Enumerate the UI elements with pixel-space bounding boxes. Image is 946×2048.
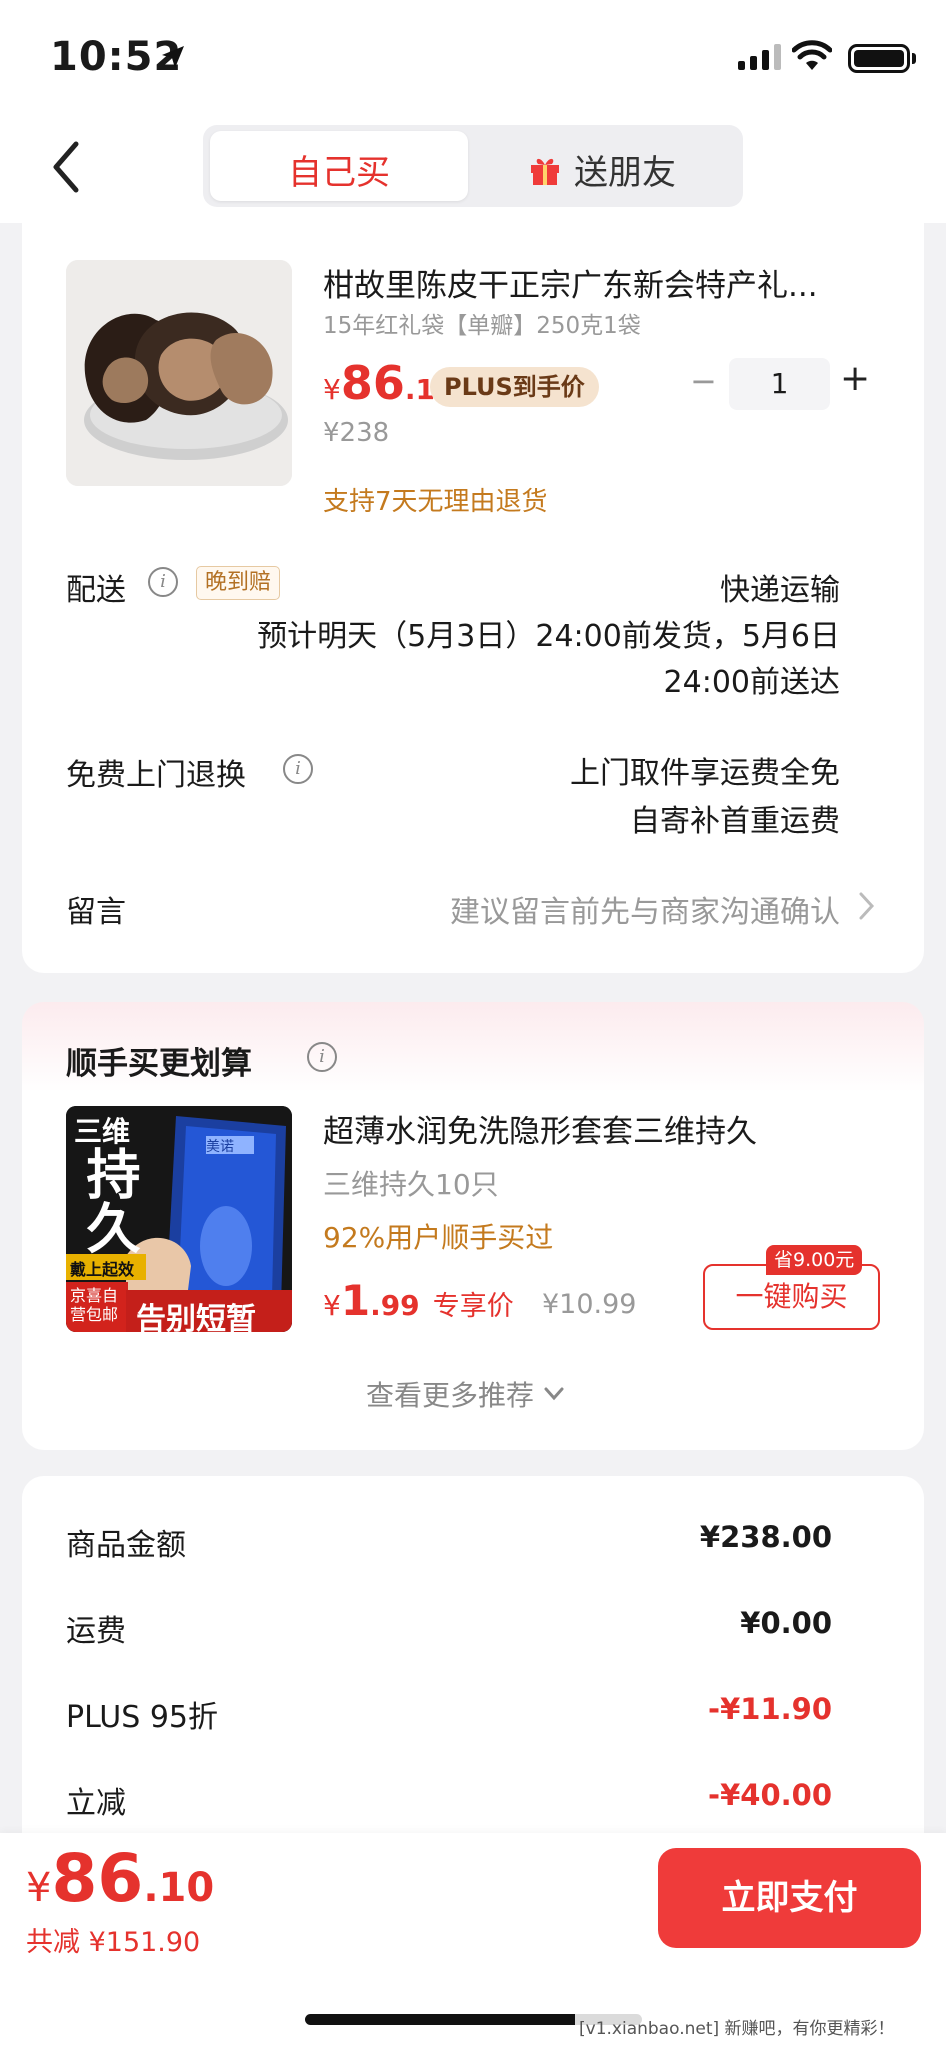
summary-row-label: 立减 [66, 1786, 126, 1821]
dried-peel-illustration [66, 260, 292, 486]
exclusive-price-label: 专享价 [432, 1291, 514, 1322]
product-title[interactable]: 柑故里陈皮干正宗广东新会特产礼... [323, 260, 818, 305]
img-text-bottom: 告别短暂 [136, 1302, 256, 1332]
summary-row-label: PLUS 95折 [66, 1700, 219, 1735]
wifi-icon [792, 40, 832, 70]
recommend-spec: 三维持久10只 [323, 1168, 499, 1201]
recommend-stat: 92%用户顺手买过 [323, 1221, 554, 1254]
reco-price-integer: 1 [340, 1276, 371, 1325]
img-text-left: 京喜自营包邮 [70, 1286, 119, 1324]
gift-icon [531, 158, 559, 185]
summary-row-value: -¥11.90 [708, 1692, 832, 1726]
recommend-info-icon[interactable]: i [307, 1042, 337, 1072]
battery-tip [912, 53, 916, 64]
pay-now-button[interactable]: 立即支付 [658, 1848, 921, 1948]
recommend-title[interactable]: 超薄水润免洗隐形套套三维持久 [323, 1106, 757, 1151]
summary-row-label: 商品金额 [66, 1528, 186, 1563]
summary-row-value: -¥40.00 [708, 1778, 832, 1812]
img-text-top: 三维 [74, 1115, 131, 1148]
img-text-brand: 美诺 [206, 1139, 234, 1155]
summary-row-label: 运费 [66, 1614, 126, 1649]
cellular-signal-icon [738, 44, 781, 70]
watermark: [v1.xianbao.net] 新赚吧，有你更精彩！ [575, 2013, 899, 2040]
product-price: ¥86.1 [323, 356, 435, 410]
quantity-input[interactable]: 1 [729, 358, 830, 410]
delivery-method: 快递运输 [720, 573, 840, 608]
battery-icon [848, 44, 910, 73]
delivery-estimate-line1: 预计明天（5月3日）24:00前发货，5月6日 [257, 619, 840, 654]
reco-price-symbol: ¥ [323, 1289, 341, 1322]
recommend-section-title: 顺手买更划算 [66, 1046, 252, 1082]
status-bar: 10:52 [0, 0, 946, 115]
img-text-big: 持久 [77, 1146, 140, 1254]
save-badge: 省9.00元 [766, 1245, 863, 1275]
recommend-product-image[interactable]: 三维 持久 美诺 戴上起效 京喜自营包邮 告别短暂 [66, 1106, 292, 1332]
delivery-estimate-line2: 24:00前送达 [663, 665, 840, 700]
message-label: 留言 [66, 895, 126, 930]
tab-self-buy[interactable]: 自己买 [210, 145, 468, 194]
total-price-decimal: .10 [143, 1865, 215, 1911]
price-symbol: ¥ [323, 373, 341, 406]
product-image[interactable] [66, 260, 292, 486]
see-more-recommend[interactable]: 查看更多推荐 [366, 1374, 564, 1414]
delivery-info-icon[interactable]: i [148, 567, 178, 597]
delivery-label: 配送 [66, 573, 126, 608]
summary-row-value: ¥0.00 [740, 1606, 832, 1640]
free-return-label: 免费上门退换 [66, 758, 246, 793]
free-return-line2: 自寄补首重运费 [630, 804, 840, 839]
qty-minus-button[interactable]: − [690, 362, 717, 400]
total-price-symbol: ¥ [26, 1865, 52, 1911]
img-text-badge: 戴上起效 [70, 1260, 135, 1279]
product-spec[interactable]: 15年红礼袋【单瓣】250克1袋 [323, 306, 641, 340]
back-arrow-icon[interactable] [48, 140, 82, 194]
plus-price-tag: PLUS到手价 [430, 367, 599, 407]
qty-plus-button[interactable]: + [840, 358, 870, 399]
price-integer: 86 [340, 356, 405, 410]
free-return-info-icon[interactable]: i [283, 754, 313, 784]
late-compensation-tag: 晚到赔 [196, 566, 281, 600]
original-price: ¥238 [323, 418, 390, 448]
recommend-price: ¥1.99 专享价 [323, 1276, 514, 1325]
free-return-line1: 上门取件享运费全免 [570, 756, 840, 791]
reco-price-decimal: .99 [370, 1289, 420, 1322]
chevron-right-icon[interactable] [858, 891, 876, 921]
total-price: ¥86.10 [26, 1840, 214, 1917]
total-price-integer: 86 [51, 1840, 144, 1917]
see-more-label: 查看更多推荐 [366, 1379, 535, 1412]
summary-row-value: ¥238.00 [699, 1520, 832, 1554]
tab-send-friend-label: 送朋友 [574, 153, 676, 193]
recommend-original-price: ¥10.99 [542, 1289, 637, 1320]
location-arrow-icon [162, 46, 184, 68]
chevron-down-icon [544, 1387, 564, 1401]
message-input[interactable]: 建议留言前先与商家沟通确认 [450, 887, 840, 931]
tab-send-friend[interactable]: 送朋友 [528, 145, 676, 194]
return-policy: 支持7天无理由退货 [323, 487, 548, 517]
total-saved: 共减 ¥151.90 [26, 1927, 201, 1958]
